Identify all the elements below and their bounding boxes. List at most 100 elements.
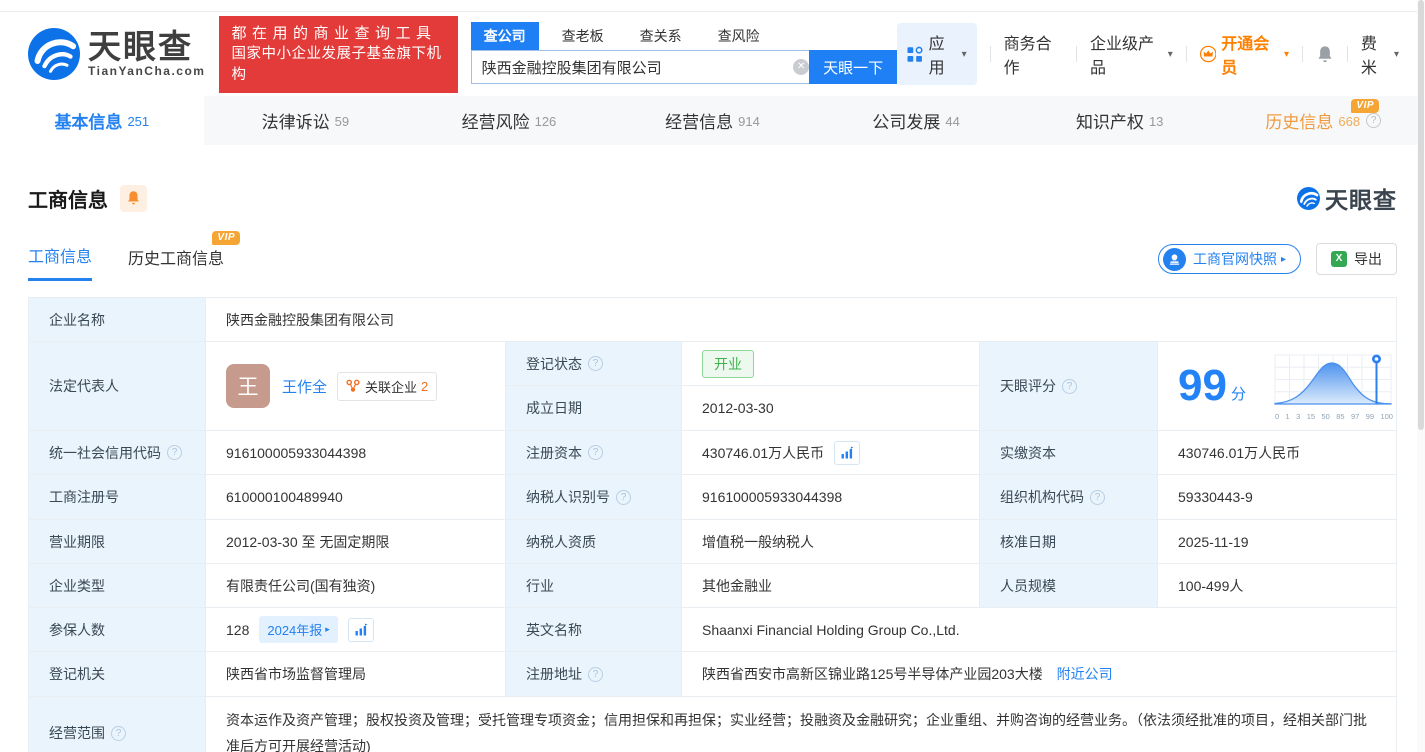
scrollbar-thumb[interactable] [1418, 0, 1424, 430]
company-name-label: 企业名称 [28, 297, 206, 342]
tianyancha-logo-icon [28, 28, 80, 80]
nav-business-cooperation[interactable]: 商务合作 [1004, 30, 1064, 78]
help-icon[interactable] [588, 666, 603, 682]
tab-intellectual-property[interactable]: 知识产权 13 [1018, 96, 1222, 145]
industry-label: 行业 [505, 563, 682, 608]
vip-badge: VIP [212, 230, 241, 245]
table-row: 经营范围 资本运作及资产管理；股权投资及管理；受托管理专项资金；信用担保和再担保… [28, 696, 1397, 752]
user-menu[interactable]: 费米 [1361, 30, 1399, 78]
company-name-value: 陕西金融控股集团有限公司 [205, 297, 1397, 342]
divider [1185, 46, 1187, 62]
reg-number-label: 工商注册号 [28, 474, 206, 520]
search-tab-risk[interactable]: 查风险 [705, 22, 773, 50]
search-block: 查公司 查老板 查关系 查风险 天眼一下 [470, 22, 898, 84]
search-input[interactable] [470, 50, 818, 84]
chevron-down-icon [1284, 49, 1289, 60]
help-icon[interactable] [1090, 489, 1105, 505]
subtab-business-info[interactable]: 工商信息 [28, 243, 93, 281]
scope-value: 资本运作及资产管理；股权投资及管理；受托管理专项资金；信用担保和再担保；实业经营… [205, 696, 1397, 752]
registry-value: 陕西省市场监督管理局 [205, 651, 506, 697]
english-name-label: 英文名称 [505, 607, 682, 652]
annual-report-badge[interactable]: 2024年报 [259, 616, 338, 643]
divider [1076, 46, 1078, 62]
search-tab-relation[interactable]: 查关系 [627, 22, 695, 50]
table-row: 参保人数 128 2024年报 ▸ 英文名称 Shaanxi Financial… [28, 607, 1397, 652]
help-icon[interactable] [1062, 378, 1077, 394]
tab-operation-risk[interactable]: 经营风险 126 [407, 96, 611, 145]
score-value: 99 分 0 1 3 15 50 85 97 99 100 [1157, 341, 1397, 431]
search-tab-company[interactable]: 查公司 [470, 22, 539, 50]
help-icon[interactable] [588, 445, 603, 460]
subscribe-bell-icon[interactable] [120, 184, 147, 212]
watermark-text: 天眼查 [1325, 187, 1397, 213]
divider [1301, 46, 1303, 62]
registry-label: 登记机关 [28, 651, 206, 697]
tab-basic-info[interactable]: 基本信息 251 [0, 96, 204, 145]
apps-menu-label: 应用 [928, 36, 945, 77]
insured-chart-icon[interactable] [347, 617, 374, 642]
industry-value: 其他金融业 [681, 563, 980, 608]
table-row: 营业期限 2012-03-30 至 无固定期限 纳税人资质 增值税一般纳税人 核… [28, 519, 1397, 564]
english-name-value: Shaanxi Financial Holding Group Co.,Ltd. [681, 607, 1397, 652]
export-button[interactable]: 导出 [1316, 243, 1397, 275]
legal-rep-avatar[interactable]: 王 [226, 364, 270, 408]
tab-legal-proceedings[interactable]: 法律诉讼 59 [204, 96, 408, 145]
help-icon[interactable] [616, 489, 631, 505]
chevron-down-icon [1168, 49, 1173, 60]
subtab-history-business-info[interactable]: VIP 历史工商信息 [128, 230, 241, 280]
capital-chart-icon[interactable] [834, 440, 861, 465]
established-value: 2012-03-30 [681, 385, 980, 431]
chevron-down-icon [1394, 49, 1399, 60]
apps-menu-button[interactable]: 应用 [897, 23, 977, 85]
help-icon[interactable] [1366, 113, 1382, 128]
nav-open-vip[interactable]: 开通会员 [1199, 30, 1289, 78]
logo-domain: TianYanCha.com [88, 64, 206, 78]
business-info-table: 企业名称 陕西金融控股集团有限公司 法定代表人 王 王作全 关联企业 2 登记状… [28, 297, 1397, 752]
arrow-right-icon [1281, 254, 1286, 265]
company-type-value: 有限责任公司(国有独资) [205, 563, 506, 608]
divider [1346, 46, 1348, 62]
table-row: 统一社会信用代码 916100005933044398 注册资本 430746.… [28, 430, 1397, 475]
table-row: 法定代表人 王 王作全 关联企业 2 登记状态 ? 开业 天眼评分 ? 99 分… [28, 341, 1397, 431]
uscc-value: 916100005933044398 [205, 430, 506, 475]
official-snapshot-button[interactable]: 工商官网快照 [1157, 244, 1301, 274]
approval-date-value: 2025-11-19 [1157, 519, 1397, 564]
nav-enterprise-products[interactable]: 企业级产品 [1090, 30, 1173, 78]
business-term-label: 营业期限 [28, 519, 206, 564]
paid-capital-value: 430746.01万人民币 [1157, 430, 1397, 475]
insured-value: 128 2024年报 [205, 607, 506, 652]
table-row: 登记机关 陕西省市场监督管理局 注册地址 陕西省西安市高新区锦业路125号半导体… [28, 651, 1397, 697]
taxpayer-id-value: 916100005933044398 [681, 474, 980, 520]
browser-top-strip [0, 0, 1425, 12]
help-icon[interactable] [111, 725, 126, 741]
reg-capital-label: 注册资本 [505, 430, 682, 475]
legal-rep-name-link[interactable]: 王作全 [282, 376, 327, 397]
scrollbar-track [1417, 0, 1425, 752]
vip-badge: VIP [1351, 99, 1380, 113]
notifications-bell-icon[interactable] [1316, 45, 1334, 64]
tab-company-development[interactable]: 公司发展 44 [814, 96, 1018, 145]
insured-label: 参保人数 [28, 607, 206, 652]
help-icon[interactable] [167, 445, 182, 460]
tianyancha-logo[interactable]: 天眼查 TianYanCha.com [28, 28, 205, 80]
arrow-right-icon [325, 624, 330, 635]
stamp-icon [1162, 247, 1186, 271]
search-tab-boss[interactable]: 查老板 [549, 22, 617, 50]
table-row: 工商注册号 610000100489940 纳税人识别号 91610000593… [28, 474, 1397, 520]
tab-operation-info[interactable]: 经营信息 914 [611, 96, 815, 145]
table-row: 企业名称 陕西金融控股集团有限公司 [28, 297, 1397, 342]
tab-history-info[interactable]: VIP 历史信息 668 [1221, 96, 1425, 145]
approval-date-label: 核准日期 [979, 519, 1158, 564]
chevron-down-icon [962, 49, 967, 60]
apps-grid-icon [907, 46, 923, 62]
nearby-companies-link[interactable]: 附近公司 [1057, 666, 1113, 682]
score-number: 99 [1178, 361, 1227, 410]
username: 费米 [1360, 36, 1377, 77]
search-button[interactable]: 天眼一下 [809, 50, 898, 84]
score-unit: 分 [1230, 385, 1246, 403]
help-icon[interactable] [588, 356, 603, 371]
related-companies-badge[interactable]: 关联企业 2 [337, 371, 438, 401]
org-code-label: 组织机构代码 [979, 474, 1158, 520]
top-navigation: 应用 商务合作 企业级产品 开通会员 费米 [897, 23, 1399, 85]
slogan-line1: 都在用的商业查询工具 [231, 24, 437, 42]
